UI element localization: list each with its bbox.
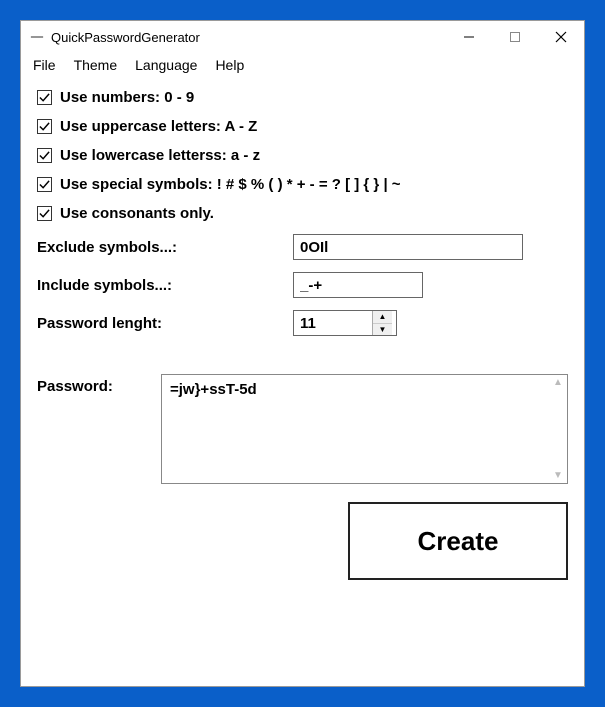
- spin-up-button[interactable]: ▲: [373, 311, 392, 324]
- scrollbar[interactable]: ▲ ▼: [549, 375, 567, 483]
- length-input[interactable]: [294, 311, 372, 335]
- exclude-input[interactable]: [293, 234, 523, 260]
- menu-help[interactable]: Help: [215, 57, 244, 73]
- length-row: Password lenght: ▲ ▼: [37, 310, 568, 336]
- app-icon: [29, 29, 45, 45]
- checkbox-special[interactable]: [37, 177, 52, 192]
- title-bar: QuickPasswordGenerator: [21, 21, 584, 53]
- option-consonants: Use consonants only.: [37, 205, 568, 222]
- menu-language[interactable]: Language: [135, 57, 197, 73]
- create-button[interactable]: Create: [348, 502, 568, 580]
- scroll-down-icon: ▼: [553, 470, 563, 481]
- content-area: Use numbers: 0 - 9 Use uppercase letters…: [21, 81, 584, 686]
- option-special-label: Use special symbols: ! # $ % ( ) * + - =…: [60, 176, 401, 193]
- password-output[interactable]: =jw}+ssT-5d ▲ ▼: [161, 374, 568, 484]
- option-lowercase: Use lowercase letterss: a - z: [37, 147, 568, 164]
- checkbox-uppercase[interactable]: [37, 119, 52, 134]
- app-window: QuickPasswordGenerator File Theme Langua…: [20, 20, 585, 687]
- option-numbers-label: Use numbers: 0 - 9: [60, 89, 194, 106]
- menu-file[interactable]: File: [33, 57, 56, 73]
- exclude-label: Exclude symbols...:: [37, 239, 293, 256]
- include-row: Include symbols...:: [37, 272, 568, 298]
- option-uppercase: Use uppercase letters: A - Z: [37, 118, 568, 135]
- option-consonants-label: Use consonants only.: [60, 205, 214, 222]
- maximize-button[interactable]: [492, 21, 538, 53]
- exclude-row: Exclude symbols...:: [37, 234, 568, 260]
- checkbox-consonants[interactable]: [37, 206, 52, 221]
- length-label: Password lenght:: [37, 315, 293, 332]
- option-lowercase-label: Use lowercase letterss: a - z: [60, 147, 260, 164]
- option-numbers: Use numbers: 0 - 9: [37, 89, 568, 106]
- scroll-up-icon: ▲: [553, 377, 563, 388]
- close-button[interactable]: [538, 21, 584, 53]
- include-label: Include symbols...:: [37, 277, 293, 294]
- option-special: Use special symbols: ! # $ % ( ) * + - =…: [37, 176, 568, 193]
- password-value: =jw}+ssT-5d: [170, 381, 257, 398]
- create-button-label: Create: [418, 526, 499, 557]
- create-row: Create: [37, 502, 568, 580]
- minimize-button[interactable]: [446, 21, 492, 53]
- include-input[interactable]: [293, 272, 423, 298]
- menu-bar: File Theme Language Help: [21, 53, 584, 81]
- menu-theme[interactable]: Theme: [74, 57, 118, 73]
- window-title: QuickPasswordGenerator: [51, 30, 200, 45]
- checkbox-lowercase[interactable]: [37, 148, 52, 163]
- option-uppercase-label: Use uppercase letters: A - Z: [60, 118, 257, 135]
- length-spinner: ▲ ▼: [293, 310, 397, 336]
- password-label: Password:: [37, 374, 149, 484]
- checkbox-numbers[interactable]: [37, 90, 52, 105]
- password-section: Password: =jw}+ssT-5d ▲ ▼: [37, 374, 568, 484]
- spin-down-button[interactable]: ▼: [373, 324, 392, 336]
